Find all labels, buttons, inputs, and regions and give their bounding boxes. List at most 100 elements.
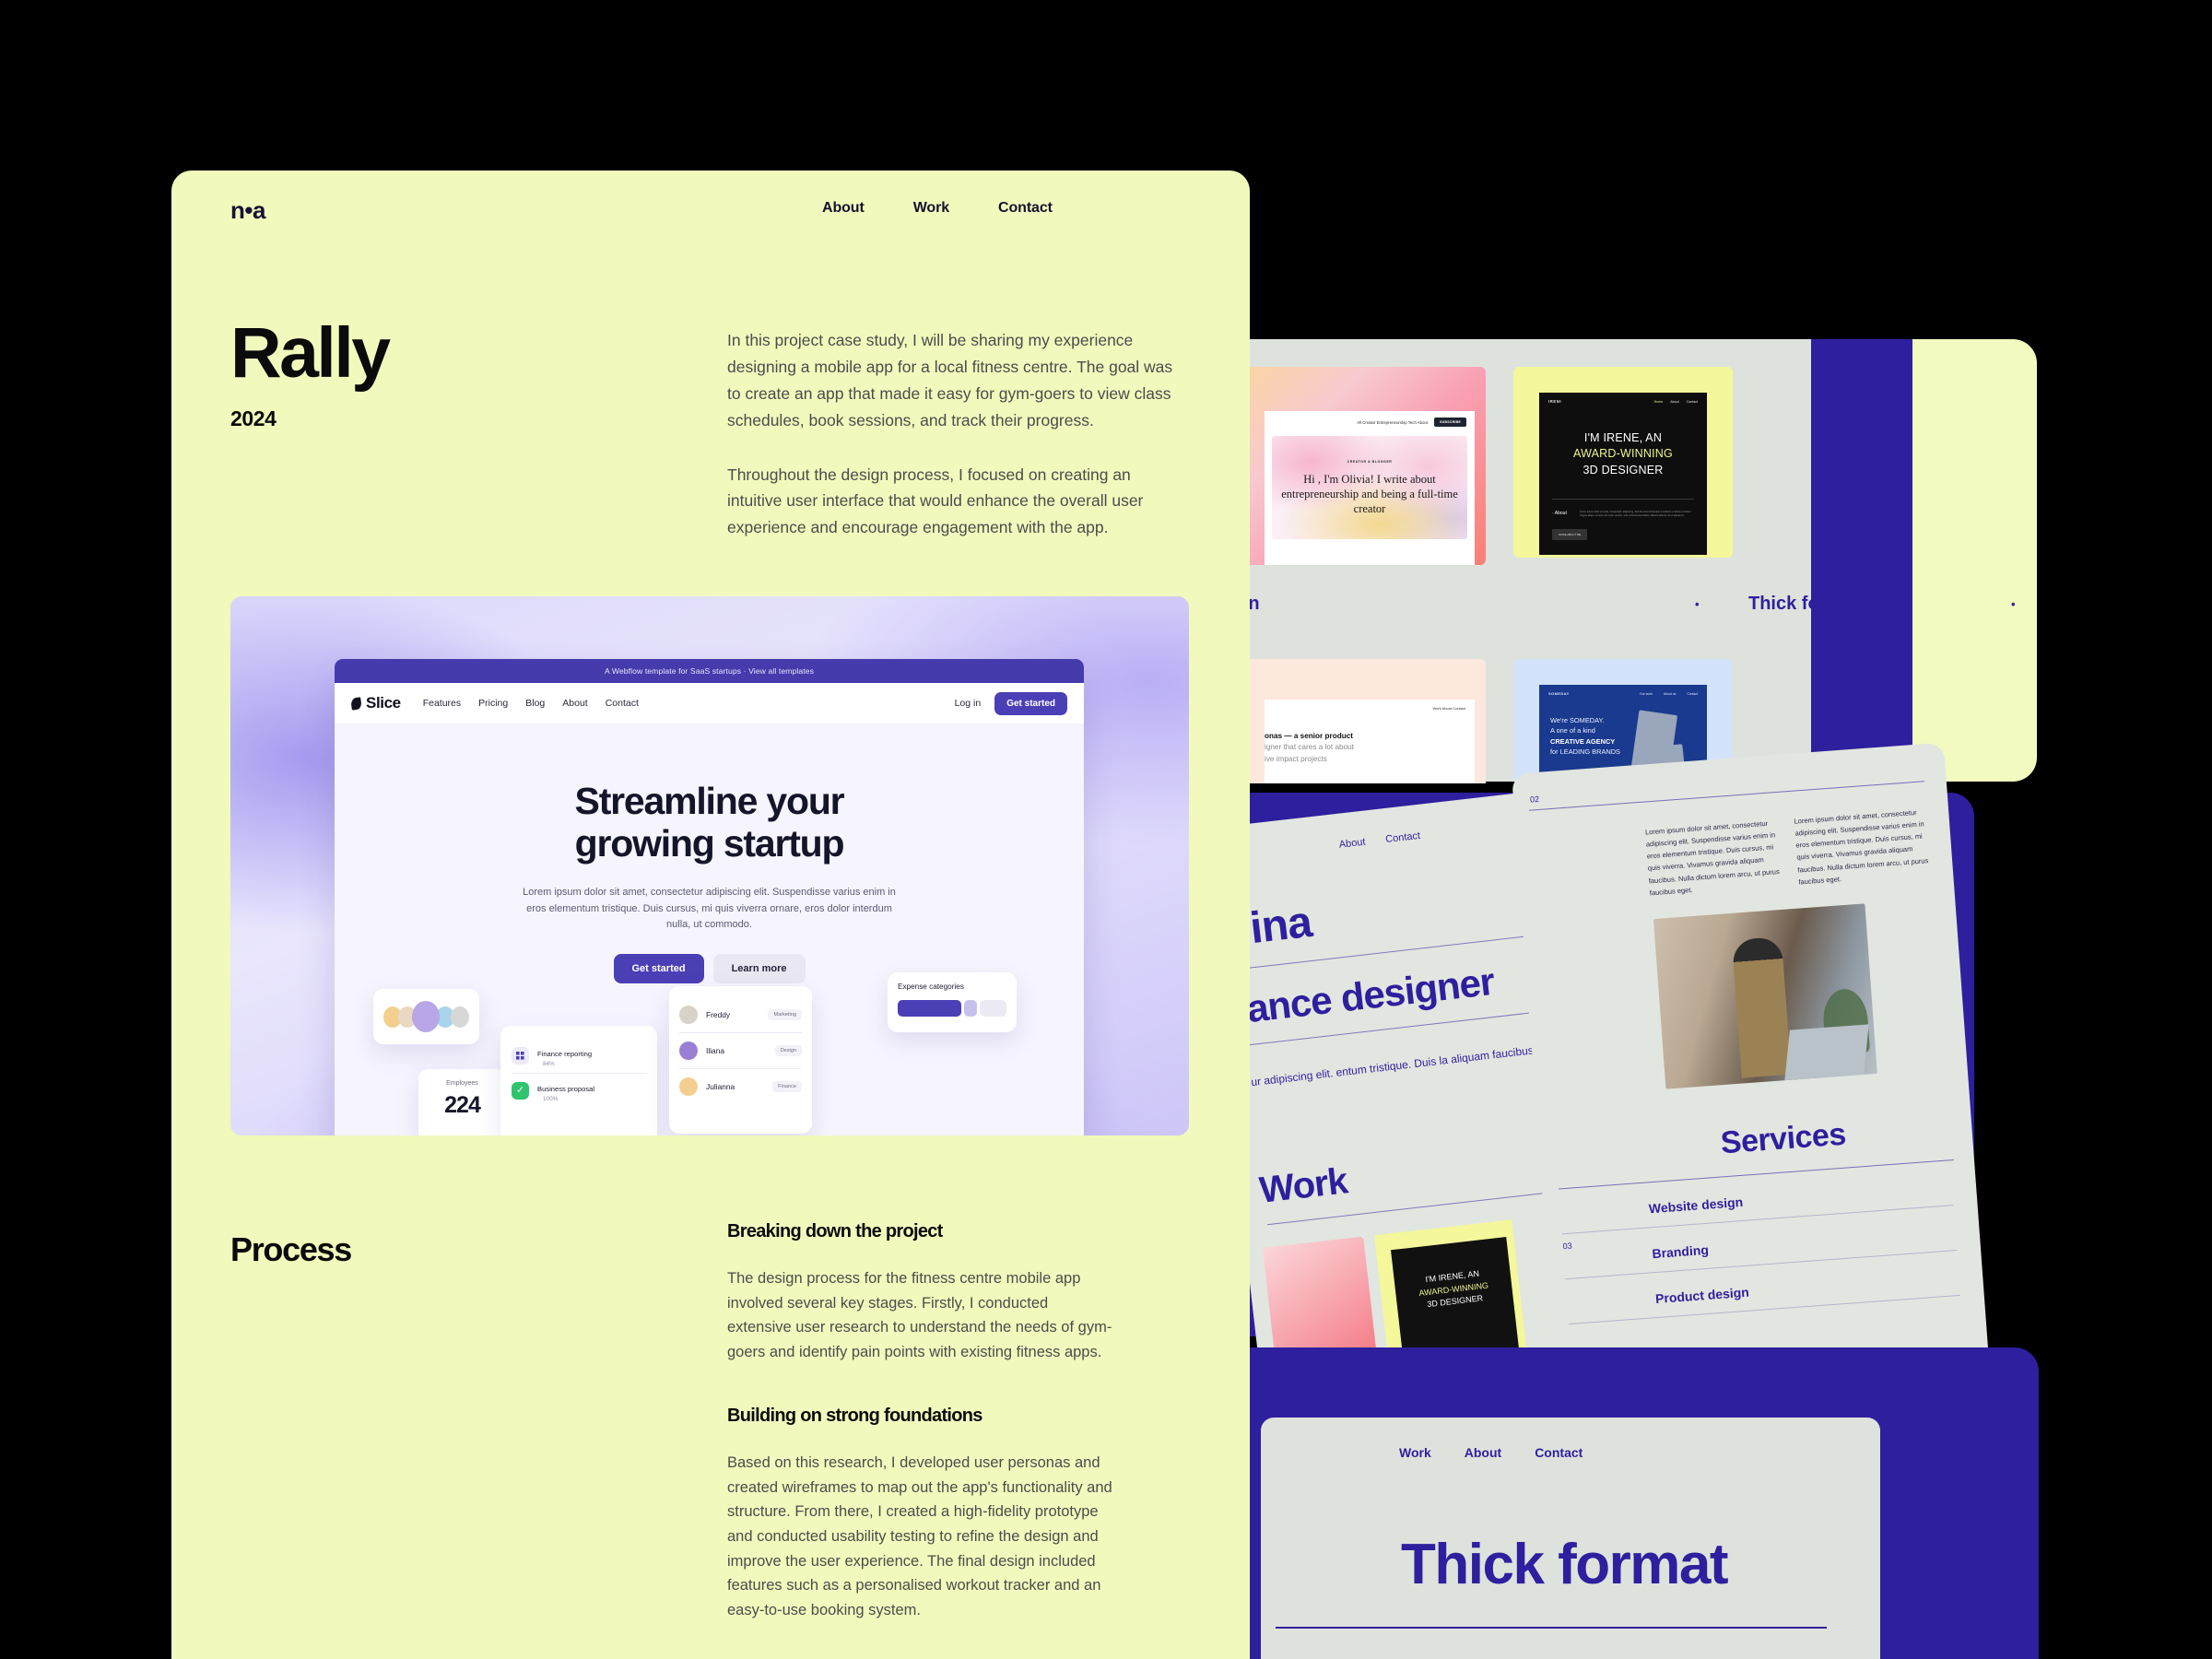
slice-nav-blog[interactable]: Blog — [525, 698, 545, 709]
slice-nav-contact[interactable]: Contact — [606, 698, 639, 709]
hero-paragraph-1: In this project case study, I will be sh… — [727, 331, 1173, 429]
irene-nav-about[interactable]: About — [1670, 400, 1678, 404]
caption-dot-2: • — [2011, 596, 2016, 611]
widget-avatar-stack — [373, 989, 479, 1044]
slice-login-link[interactable]: Log in — [955, 698, 982, 709]
hero-paragraph-2: Throughout the design process, I focused… — [727, 465, 1144, 537]
task-body: Business proposal 100% — [537, 1079, 646, 1102]
person-row: Iliana Design — [679, 1032, 802, 1068]
jonas-copy-line2: igner that cares a lot about — [1265, 743, 1354, 752]
process-section-title: Process — [230, 1230, 352, 1268]
expense-segment — [898, 1000, 962, 1017]
showcase-caption-row: tion • Thick format • — [1226, 585, 2016, 622]
person-name: Iliana — [706, 1046, 725, 1055]
irene-screen: IRENI Home About Contact I'M IRENE, AN A… — [1539, 393, 1707, 555]
irene-nav-home[interactable]: Home — [1654, 400, 1664, 404]
caption-thick-format: Thick format — [1748, 593, 1860, 614]
person-tag: Finance — [772, 1081, 802, 1092]
nav-item-work[interactable]: Work — [913, 200, 949, 217]
someday-nav-about-us[interactable]: About us — [1664, 692, 1676, 696]
slice-secondary-button[interactable]: Learn more — [712, 954, 806, 984]
services-lorem-col-2: Lorem ipsum dolor sit amet, consectetur … — [1794, 807, 1929, 887]
olivia-headline: Hi , I'm Olivia! I write about entrepren… — [1281, 472, 1458, 515]
expense-segment — [979, 1000, 1006, 1017]
irene-headline-line3: 3D DESIGNER — [1583, 463, 1664, 477]
photo-laptop — [1784, 1024, 1869, 1080]
slice-headline-line-2: growing startup — [574, 821, 845, 865]
nav-item-contact[interactable]: Contact — [998, 200, 1053, 217]
template-card-jonas[interactable]: Work About Contact onas — a senior produ… — [1246, 659, 1486, 783]
jonas-nav: Work About Contact — [1265, 700, 1475, 711]
jonas-copy: onas — a senior product igner that cares… — [1265, 711, 1475, 765]
thick-nav-work[interactable]: Work — [1399, 1445, 1431, 1460]
someday-brand: SOMEDAY — [1548, 691, 1570, 696]
someday-line3: CREATIVE AGENCY — [1550, 736, 1616, 746]
olivia-kicker: CREATOR & BLOGGER — [1347, 459, 1393, 464]
project-year: 2024 — [230, 406, 276, 430]
caption-dot-1: • — [1695, 596, 1700, 611]
slice-navbar: Slice Features Pricing Blog About Contac… — [335, 683, 1084, 724]
irene-nav-links: Home About Contact — [1654, 400, 1698, 404]
irene-nav: IRENI Home About Contact — [1539, 393, 1707, 410]
thick-nav-about[interactable]: About — [1465, 1445, 1501, 1460]
hero-description: In this project case study, I will be sh… — [727, 327, 1185, 541]
expense-bar — [898, 1000, 1006, 1017]
thick-format-page[interactable]: Work About Contact Thick format — [1261, 1418, 1880, 1659]
thick-page-heading: Thick format — [1401, 1533, 1729, 1596]
irene-about-label: · About — [1552, 510, 1567, 516]
person-name: Freddy — [706, 1010, 731, 1019]
widget-people-list: Freddy Marketing Iliana Design Julianna … — [669, 986, 812, 1134]
process-section-body: Breaking down the project The design pro… — [727, 1221, 1114, 1659]
olivia-subscribe-button[interactable]: SUBSCRIBE — [1434, 418, 1466, 427]
someday-nav-contact[interactable]: Contact — [1687, 692, 1698, 696]
avatar-row — [373, 989, 479, 1044]
someday-line2: A one of a kind — [1550, 726, 1595, 735]
irene-brand: IRENI — [1548, 399, 1562, 404]
olivia-nav: All Creator Entrepreneurship Tech About … — [1265, 411, 1475, 430]
task-row: Finance reporting 84% — [512, 1039, 646, 1073]
template-card-irene[interactable]: IRENI Home About Contact I'M IRENE, AN A… — [1513, 367, 1733, 558]
slice-nav-pricing[interactable]: Pricing — [478, 698, 508, 709]
slice-nav-actions: Log in Get started — [955, 691, 1067, 715]
services-title: Services — [1719, 1116, 1847, 1161]
site-header — [171, 171, 1250, 249]
slice-primary-button[interactable]: Get started — [613, 954, 704, 984]
expense-segment — [964, 1000, 977, 1017]
slice-headline: Streamline your growing startup — [335, 780, 1084, 865]
process-body-2: Based on this research, I developed user… — [727, 1453, 1112, 1619]
someday-nav-our-work[interactable]: Our work — [1640, 692, 1653, 696]
task-percent: 84% — [543, 1061, 555, 1067]
thick-page-nav: Work About Contact — [1261, 1418, 1880, 1460]
showcase-yellow-strip — [1912, 339, 2037, 782]
thick-nav-contact[interactable]: Contact — [1535, 1445, 1583, 1460]
person-name: Julianna — [706, 1082, 735, 1091]
template-card-olivia[interactable]: All Creator Entrepreneurship Tech About … — [1246, 367, 1486, 565]
jonas-copy-line3: ive impact projects — [1265, 754, 1327, 763]
jonas-copy-line1: onas — a senior product — [1265, 732, 1353, 740]
slice-subcopy: Lorem ipsum dolor sit amet, consectetur … — [523, 886, 896, 931]
nav-item-about[interactable]: About — [822, 200, 865, 217]
irene-nav-contact[interactable]: Contact — [1687, 400, 1698, 404]
tilted-page-services[interactable]: 02 Lorem ipsum dolor sit amet, consectet… — [1512, 742, 1992, 1418]
slice-announcement-banner[interactable]: A Webflow template for SaaS startups · V… — [335, 659, 1084, 683]
process-body-1: The design process for the fitness centr… — [727, 1270, 1112, 1361]
widget-employees: Employees 224 — [418, 1069, 506, 1135]
irene-more-button[interactable]: MORE ABOUT ME — [1552, 528, 1588, 540]
site-logo[interactable]: n•a — [230, 196, 265, 225]
slice-get-started-button[interactable]: Get started — [994, 691, 1067, 715]
slice-brand[interactable]: Slice — [350, 694, 401, 712]
slice-nav-about[interactable]: About — [562, 698, 587, 709]
slice-template-browser: A Webflow template for SaaS startups · V… — [335, 659, 1084, 1135]
jonas-nav-links: Work About Contact — [1432, 706, 1466, 711]
person-row: Julianna Finance — [679, 1068, 802, 1104]
grid-icon — [512, 1047, 529, 1065]
services-lorem-col-1: Lorem ipsum dolor sit amet, consectetur … — [1644, 818, 1780, 897]
avatar — [679, 1006, 698, 1024]
slice-nav-features[interactable]: Features — [423, 698, 461, 709]
photo-person-figure — [1731, 936, 1792, 1078]
task-body: Finance reporting 84% — [537, 1044, 646, 1067]
irene-headline-line2: AWARD-WINNING — [1573, 447, 1673, 461]
avatar — [451, 1006, 469, 1028]
case-study-panel: n•a About Work Contact Rally 2024 In thi… — [171, 171, 1250, 1659]
task-name: Finance reporting — [537, 1050, 593, 1058]
